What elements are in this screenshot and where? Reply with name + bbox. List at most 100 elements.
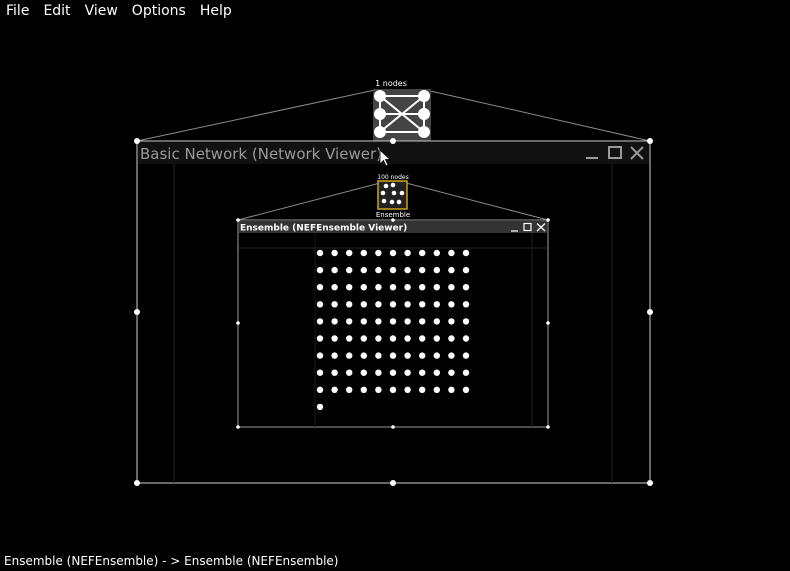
neuron-dot[interactable]	[404, 249, 411, 257]
neuron-dot[interactable]	[419, 318, 426, 325]
neuron-dot[interactable]	[375, 318, 382, 325]
neuron-dot[interactable]	[389, 369, 397, 376]
neuron-dot[interactable]	[448, 284, 455, 291]
neuron-dot[interactable]	[462, 369, 470, 376]
neuron-dot[interactable]	[316, 249, 324, 257]
neuron-dot[interactable]	[433, 369, 440, 376]
neuron-dot[interactable]	[462, 266, 470, 274]
top-network-node[interactable]: 1 nodes	[373, 79, 431, 141]
neuron-dot[interactable]	[448, 249, 455, 257]
neuron-dot[interactable]	[316, 386, 324, 393]
neuron-dot[interactable]	[360, 386, 367, 393]
neuron-dot[interactable]	[433, 335, 440, 342]
neuron-dot[interactable]	[331, 386, 338, 393]
neuron-dot[interactable]	[375, 369, 382, 376]
neuron-dot[interactable]	[375, 386, 382, 393]
neuron-dot[interactable]	[360, 352, 367, 359]
neuron-dot[interactable]	[331, 352, 338, 359]
neuron-dot[interactable]	[462, 352, 470, 359]
neuron-dot[interactable]	[375, 352, 382, 359]
neuron-dot[interactable]	[419, 284, 426, 291]
neuron-dot[interactable]	[462, 284, 470, 291]
neuron-dot[interactable]	[375, 266, 382, 274]
neuron-dot[interactable]	[360, 249, 367, 257]
neuron-dot[interactable]	[462, 249, 470, 257]
neuron-dot[interactable]	[433, 386, 440, 393]
neuron-dot[interactable]	[419, 369, 426, 376]
neuron-dot[interactable]	[316, 335, 324, 342]
neuron-dot[interactable]	[448, 318, 455, 325]
neuron-dot[interactable]	[375, 335, 382, 342]
neuron-dot[interactable]	[346, 301, 353, 308]
neuron-dot[interactable]	[331, 249, 338, 257]
neuron-dot[interactable]	[389, 249, 397, 257]
neuron-dot[interactable]	[360, 335, 367, 342]
neuron-dot[interactable]	[433, 318, 440, 325]
neuron-dot[interactable]	[419, 352, 426, 359]
neuron-dot[interactable]	[462, 335, 470, 342]
neuron-dot[interactable]	[448, 301, 455, 308]
neuron-dot[interactable]	[360, 369, 367, 376]
neuron-dot[interactable]	[346, 335, 353, 342]
neuron-dot[interactable]	[462, 386, 470, 393]
neuron-dot[interactable]	[419, 386, 426, 393]
neuron-dot[interactable]	[316, 318, 324, 325]
neuron-dot[interactable]	[375, 301, 382, 308]
neuron-dot[interactable]	[316, 301, 324, 308]
neuron-dot[interactable]	[331, 284, 338, 291]
neuron-dot[interactable]	[404, 284, 411, 291]
neuron-dot[interactable]	[346, 352, 353, 359]
neuron-dot[interactable]	[419, 335, 426, 342]
neuron-dot[interactable]	[346, 266, 353, 274]
neuron-dot[interactable]	[419, 301, 426, 308]
neuron-dot[interactable]	[389, 284, 397, 291]
neuron-dot[interactable]	[316, 369, 324, 376]
neuron-dot[interactable]	[404, 352, 411, 359]
neuron-dot[interactable]	[404, 386, 411, 393]
ensemble-node[interactable]: 100 nodes Ensemble	[376, 174, 410, 219]
neuron-dot[interactable]	[419, 249, 426, 257]
neuron-dot[interactable]	[346, 318, 353, 325]
neuron-dot[interactable]	[360, 301, 367, 308]
neuron-dot[interactable]	[433, 352, 440, 359]
neuron-dot[interactable]	[360, 284, 367, 291]
network-canvas[interactable]: 1 nodes Basic Network (Network Viewer) 1…	[0, 0, 790, 571]
neuron-dot[interactable]	[346, 284, 353, 291]
neuron-dot[interactable]	[404, 369, 411, 376]
neuron-dot[interactable]	[433, 249, 440, 257]
neuron-dot[interactable]	[448, 335, 455, 342]
neuron-dot[interactable]	[433, 301, 440, 308]
neuron-dot[interactable]	[316, 284, 324, 291]
neuron-dot[interactable]	[448, 266, 455, 274]
neuron-dot[interactable]	[331, 318, 338, 325]
neuron-dot[interactable]	[346, 369, 353, 376]
neuron-dot[interactable]	[316, 403, 324, 411]
neuron-dot[interactable]	[346, 249, 353, 257]
neuron-dot[interactable]	[462, 301, 470, 308]
neuron-dot[interactable]	[346, 386, 353, 393]
neuron-dot[interactable]	[389, 386, 397, 393]
neuron-dot[interactable]	[360, 266, 367, 274]
neuron-dot[interactable]	[404, 318, 411, 325]
neuron-dot[interactable]	[360, 318, 367, 325]
neuron-dot[interactable]	[316, 352, 324, 359]
neuron-dot[interactable]	[389, 352, 397, 359]
ensemble-viewer-window[interactable]: Ensemble (NEFEnsemble Viewer)	[236, 218, 550, 429]
neuron-dot[interactable]	[375, 284, 382, 291]
neuron-dot[interactable]	[375, 249, 382, 257]
neuron-dot[interactable]	[331, 369, 338, 376]
neuron-dot[interactable]	[316, 266, 324, 274]
neuron-dot[interactable]	[331, 301, 338, 308]
neuron-dot[interactable]	[404, 301, 411, 308]
neuron-dot[interactable]	[448, 369, 455, 376]
neuron-dot[interactable]	[389, 318, 397, 325]
neuron-dot[interactable]	[404, 266, 411, 274]
neuron-dot[interactable]	[448, 386, 455, 393]
neuron-dot[interactable]	[331, 266, 338, 274]
neuron-dot[interactable]	[448, 352, 455, 359]
neuron-dot[interactable]	[462, 318, 470, 325]
neuron-dot[interactable]	[331, 335, 338, 342]
neuron-dot[interactable]	[389, 335, 397, 342]
neuron-dot[interactable]	[419, 266, 426, 274]
neuron-dot[interactable]	[433, 266, 440, 274]
